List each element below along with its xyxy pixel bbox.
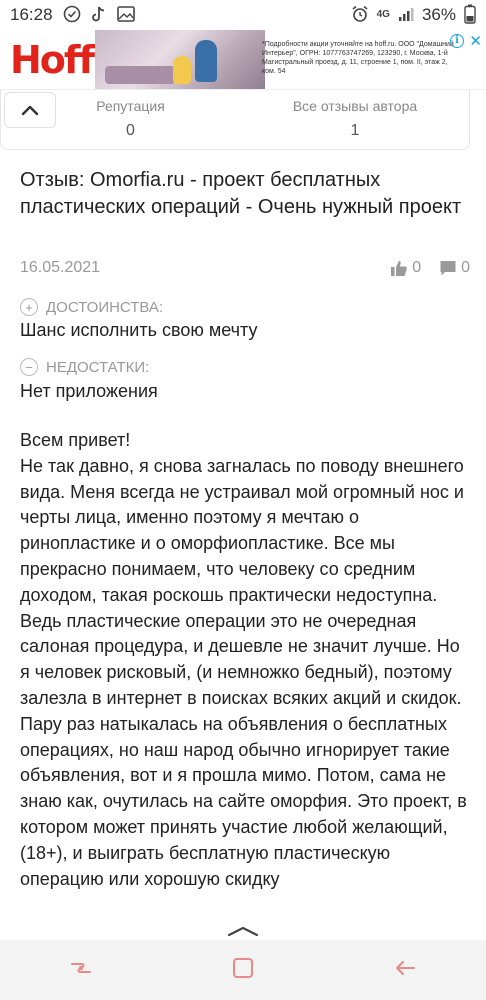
cons-text: Нет приложения <box>20 381 158 401</box>
tiktok-icon <box>91 5 107 25</box>
like-count: 0 <box>412 259 422 276</box>
all-reviews-label[interactable]: Все отзывы автора <box>285 98 425 114</box>
comment-icon <box>440 261 456 276</box>
ad-banner[interactable]: Hoff *Подробности акции уточняйте на hof… <box>0 30 486 90</box>
alarm-icon <box>351 5 369 25</box>
thumbs-up-icon <box>391 261 407 276</box>
signal-type-icon: 4G <box>376 9 390 20</box>
collapse-button[interactable] <box>4 92 56 128</box>
reputation-stat: Репутация 0 <box>78 98 183 140</box>
ad-close-icon[interactable]: ✕ <box>469 32 482 50</box>
reputation-label: Репутация <box>96 98 165 114</box>
system-nav-bar <box>0 940 486 1000</box>
check-circle-icon <box>63 5 81 25</box>
comments-button[interactable]: 0 <box>439 259 470 277</box>
ad-brand-logo: Hoff <box>10 38 95 82</box>
status-time: 16:28 <box>10 5 53 24</box>
like-button[interactable]: 0 <box>390 259 421 277</box>
status-bar: 16:28 4G 36% <box>0 0 486 30</box>
plus-icon: + <box>20 298 38 316</box>
cons-label: − НЕДОСТАТКИ: <box>20 358 149 376</box>
ad-info-icon[interactable]: i <box>450 34 464 48</box>
pull-up-handle[interactable] <box>0 918 486 940</box>
review-greeting: Всем привет! <box>20 430 131 450</box>
back-arrow-icon <box>396 960 415 975</box>
pros-label: + ДОСТОИНСТВА: <box>20 298 163 316</box>
recent-apps-button[interactable] <box>68 955 94 986</box>
recent-apps-icon <box>71 962 91 973</box>
all-reviews-stat[interactable]: Все отзывы автора 1 <box>285 98 425 140</box>
review-meta: 16.05.2021 0 0 <box>20 256 470 280</box>
all-reviews-value[interactable]: 1 <box>285 122 425 140</box>
ad-image <box>95 30 265 89</box>
chevron-up-icon <box>227 926 259 937</box>
home-square-icon <box>233 957 253 978</box>
comment-count: 0 <box>461 259 470 276</box>
minus-icon: − <box>20 358 38 376</box>
pros-text: Шанс исполнить свою мечту <box>20 320 258 340</box>
ad-disclaimer: *Подробности акции уточняйте на hoff.ru.… <box>262 41 454 75</box>
signal-strength-icon <box>398 6 414 24</box>
battery-percent: 36% <box>421 5 456 24</box>
chevron-up-icon <box>21 105 39 116</box>
pros-label-text: ДОСТОИНСТВА: <box>46 298 164 316</box>
review-body-text: Не так давно, я снова загналась по повод… <box>20 455 467 889</box>
gallery-icon <box>116 6 135 24</box>
review-title: Отзыв: Omorfia.ru - проект бесплатных пл… <box>20 169 462 218</box>
back-button[interactable] <box>392 955 418 986</box>
review-date: 16.05.2021 <box>20 259 101 276</box>
review-body: Всем привет! Не так давно, я снова загна… <box>20 428 472 892</box>
cons-label-text: НЕДОСТАТКИ: <box>46 358 150 376</box>
home-button[interactable] <box>230 955 256 986</box>
reputation-value: 0 <box>126 122 135 139</box>
battery-icon <box>464 4 476 26</box>
